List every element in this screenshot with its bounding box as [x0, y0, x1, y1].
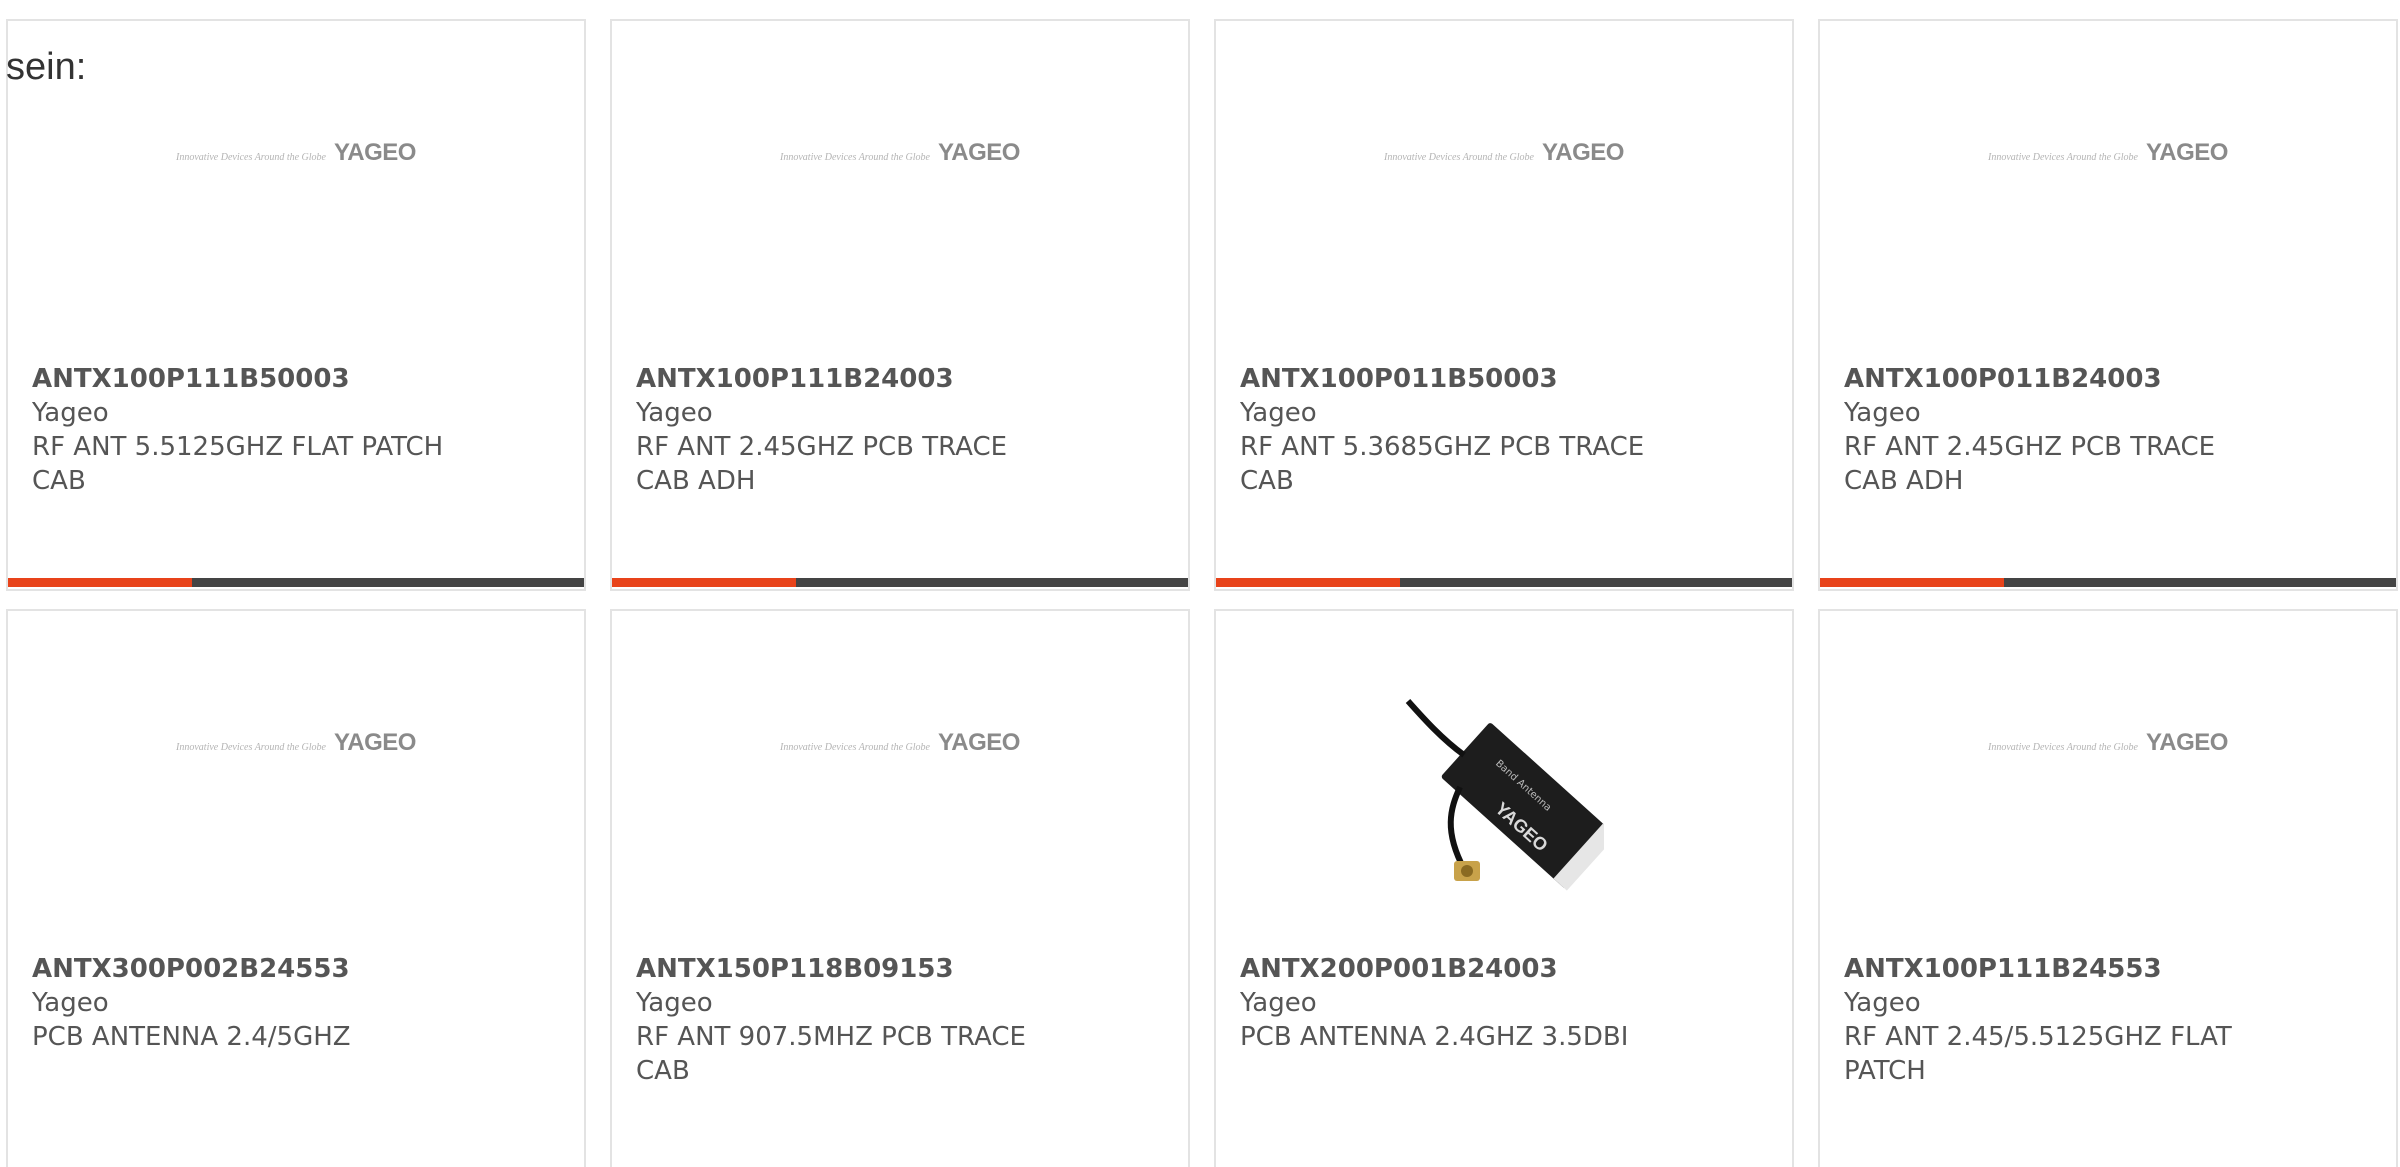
logo-tagline: Innovative Devices Around the Globe	[780, 152, 930, 163]
description: RF ANT 2.45GHZ PCB TRACE CAB ADH	[636, 432, 1008, 496]
yageo-logo: Innovative Devices Around the Globe YAGE…	[1988, 729, 2228, 757]
manufacturer: Yageo	[1844, 398, 1921, 428]
product-info: ANTX100P011B24003 Yageo RF ANT 2.45GHZ P…	[1844, 362, 2356, 498]
description: PCB ANTENNA 2.4/5GHZ	[32, 1022, 351, 1052]
part-number-link[interactable]: ANTX150P118B09153	[636, 952, 1148, 986]
description: RF ANT 2.45GHZ PCB TRACE CAB ADH	[1844, 432, 2216, 496]
manufacturer: Yageo	[636, 988, 713, 1018]
manufacturer: Yageo	[1240, 988, 1317, 1018]
product-info: ANTX150P118B09153 Yageo RF ANT 907.5MHZ …	[636, 952, 1148, 1088]
progress-bar	[1820, 578, 2396, 587]
product-image[interactable]: Innovative Devices Around the Globe YAGE…	[612, 651, 1188, 891]
product-grid: Innovative Devices Around the Globe YAGE…	[6, 19, 2398, 1167]
yageo-logo: Innovative Devices Around the Globe YAGE…	[1988, 139, 2228, 167]
manufacturer: Yageo	[32, 398, 109, 428]
product-card[interactable]: Innovative Devices Around the Globe YAGE…	[1214, 19, 1794, 591]
progress-bar-fill	[8, 578, 193, 587]
manufacturer: Yageo	[636, 398, 713, 428]
logo-tagline: Innovative Devices Around the Globe	[780, 742, 930, 753]
part-number-link[interactable]: ANTX200P001B24003	[1240, 952, 1752, 986]
description: RF ANT 2.45/5.5125GHZ FLAT PATCH	[1844, 1022, 2232, 1086]
logo-tagline: Innovative Devices Around the Globe	[1384, 152, 1534, 163]
part-number-link[interactable]: ANTX100P111B24003	[636, 362, 1148, 396]
product-info: ANTX300P002B24553 Yageo PCB ANTENNA 2.4/…	[32, 952, 544, 1054]
antenna-photo-icon: Band Antenna YAGEO	[1404, 699, 1604, 899]
description: PCB ANTENNA 2.4GHZ 3.5DBI	[1240, 1022, 1629, 1052]
progress-bar-fill	[1820, 578, 2005, 587]
yageo-logo: Innovative Devices Around the Globe YAGE…	[176, 139, 416, 167]
product-image[interactable]: Innovative Devices Around the Globe YAGE…	[1820, 651, 2396, 891]
description: RF ANT 5.3685GHZ PCB TRACE CAB	[1240, 432, 1645, 496]
logo-brand: YAGEO	[937, 729, 1020, 756]
part-number-link[interactable]: ANTX100P111B50003	[32, 362, 544, 396]
part-number-link[interactable]: ANTX100P011B24003	[1844, 362, 2356, 396]
progress-bar	[612, 578, 1188, 587]
progress-bar	[8, 578, 584, 587]
product-card[interactable]: Innovative Devices Around the Globe YAGE…	[6, 609, 586, 1167]
product-image[interactable]: Band Antenna YAGEO	[1216, 651, 1792, 899]
yageo-logo: Innovative Devices Around the Globe YAGE…	[1384, 139, 1624, 167]
progress-bar-fill	[612, 578, 797, 587]
product-listing-page: sein: Innovative Devices Around the Glob…	[0, 0, 2400, 1167]
logo-brand: YAGEO	[333, 139, 416, 166]
description: RF ANT 5.5125GHZ FLAT PATCH CAB	[32, 432, 444, 496]
logo-brand: YAGEO	[1541, 139, 1624, 166]
product-image[interactable]: Innovative Devices Around the Globe YAGE…	[612, 61, 1188, 301]
manufacturer: Yageo	[32, 988, 109, 1018]
product-info: ANTX100P011B50003 Yageo RF ANT 5.3685GHZ…	[1240, 362, 1752, 498]
product-card[interactable]: Innovative Devices Around the Globe YAGE…	[6, 19, 586, 591]
logo-tagline: Innovative Devices Around the Globe	[176, 742, 326, 753]
product-card[interactable]: Innovative Devices Around the Globe YAGE…	[610, 609, 1190, 1167]
progress-bar	[1216, 578, 1792, 587]
logo-brand: YAGEO	[2145, 729, 2228, 756]
product-card[interactable]: Innovative Devices Around the Globe YAGE…	[1818, 19, 2398, 591]
logo-brand: YAGEO	[333, 729, 416, 756]
manufacturer: Yageo	[1844, 988, 1921, 1018]
logo-tagline: Innovative Devices Around the Globe	[1988, 742, 2138, 753]
product-info: ANTX200P001B24003 Yageo PCB ANTENNA 2.4G…	[1240, 952, 1752, 1054]
progress-bar-fill	[1216, 578, 1401, 587]
part-number-link[interactable]: ANTX100P011B50003	[1240, 362, 1752, 396]
product-card[interactable]: Band Antenna YAGEO ANTX200P001B24003 Yag…	[1214, 609, 1794, 1167]
part-number-link[interactable]: ANTX100P111B24553	[1844, 952, 2356, 986]
description: RF ANT 907.5MHZ PCB TRACE CAB	[636, 1022, 1026, 1086]
logo-brand: YAGEO	[937, 139, 1020, 166]
yageo-logo: Innovative Devices Around the Globe YAGE…	[176, 729, 416, 757]
yageo-logo: Innovative Devices Around the Globe YAGE…	[780, 139, 1020, 167]
product-image[interactable]: Innovative Devices Around the Globe YAGE…	[8, 61, 584, 301]
product-image[interactable]: Innovative Devices Around the Globe YAGE…	[8, 651, 584, 891]
product-info: ANTX100P111B50003 Yageo RF ANT 5.5125GHZ…	[32, 362, 544, 498]
product-info: ANTX100P111B24003 Yageo RF ANT 2.45GHZ P…	[636, 362, 1148, 498]
logo-brand: YAGEO	[2145, 139, 2228, 166]
manufacturer: Yageo	[1240, 398, 1317, 428]
product-image[interactable]: Innovative Devices Around the Globe YAGE…	[1216, 61, 1792, 301]
logo-tagline: Innovative Devices Around the Globe	[1988, 152, 2138, 163]
product-image[interactable]: Innovative Devices Around the Globe YAGE…	[1820, 61, 2396, 301]
product-card[interactable]: Innovative Devices Around the Globe YAGE…	[610, 19, 1190, 591]
product-card[interactable]: Innovative Devices Around the Globe YAGE…	[1818, 609, 2398, 1167]
yageo-logo: Innovative Devices Around the Globe YAGE…	[780, 729, 1020, 757]
part-number-link[interactable]: ANTX300P002B24553	[32, 952, 544, 986]
product-info: ANTX100P111B24553 Yageo RF ANT 2.45/5.51…	[1844, 952, 2356, 1088]
logo-tagline: Innovative Devices Around the Globe	[176, 152, 326, 163]
intro-text: sein:	[6, 46, 87, 88]
